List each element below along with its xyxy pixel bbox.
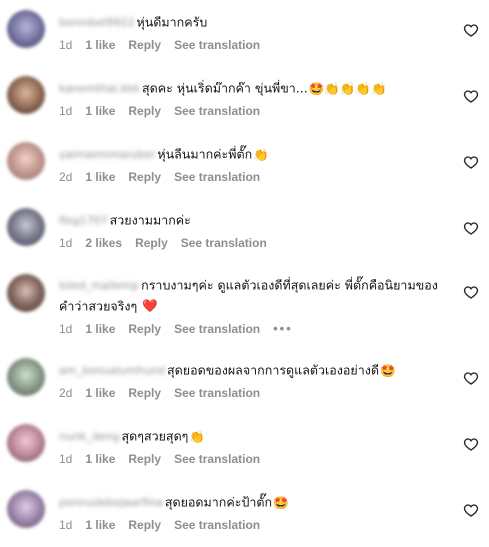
avatar[interactable]	[7, 76, 45, 114]
comment-emoji: 🤩	[273, 494, 289, 510]
see-translation-button[interactable]: See translation	[174, 170, 260, 184]
heart-icon[interactable]	[463, 502, 479, 518]
comment-emoji: 👏	[189, 428, 205, 444]
reply-button[interactable]: Reply	[128, 38, 161, 52]
more-options-button[interactable]: •••	[273, 321, 293, 336]
likes-count[interactable]: 1 like	[85, 452, 115, 466]
comment-username[interactable]: bonnibel9922	[59, 13, 135, 33]
see-translation-button[interactable]: See translation	[174, 322, 260, 336]
reply-button[interactable]: Reply	[128, 386, 161, 400]
likes-count[interactable]: 1 like	[85, 386, 115, 400]
comment-text: หุ่นดีมากครับ	[136, 14, 208, 30]
see-translation-button[interactable]: See translation	[174, 104, 260, 118]
comment-username[interactable]: yaimaimimaiuber	[59, 145, 155, 165]
comments-list: bonnibel9922 หุ่นดีมากครับ 1d 1 like Repl…	[0, 0, 489, 547]
comment-emoji: 👏	[253, 146, 269, 162]
comment-time: 1d	[59, 321, 73, 336]
avatar[interactable]	[7, 358, 45, 396]
avatar[interactable]	[7, 208, 45, 246]
heart-icon[interactable]	[463, 154, 479, 170]
comment-emoji: 🤩👏👏👏👏	[308, 80, 387, 96]
comment-text: หุ่นลีนมากค่ะพี่ตั๊ก	[157, 146, 253, 162]
comment-text: สุดๆสวยสุดๆ	[121, 428, 189, 444]
comment-text: สวยงามมากค่ะ	[109, 212, 191, 228]
comment-time: 1d	[59, 451, 73, 466]
see-translation-button[interactable]: See translation	[174, 386, 260, 400]
heart-icon[interactable]	[463, 436, 479, 452]
avatar[interactable]	[7, 424, 45, 462]
likes-count[interactable]: 1 like	[85, 104, 115, 118]
comment-username[interactable]: am_bonualumhund	[59, 361, 165, 381]
comment-username[interactable]: nunk_deng	[59, 427, 120, 447]
comment-time: 1d	[59, 517, 73, 532]
see-translation-button[interactable]: See translation	[174, 452, 260, 466]
heart-icon[interactable]	[463, 88, 479, 104]
comment-username[interactable]: kanomthai.kkk	[59, 79, 140, 99]
comment-time: 1d	[59, 103, 73, 118]
comment-text: สุดยอดของผลจากการดูแลตัวเองอย่างดี	[167, 362, 379, 378]
comment-text: สุดยอดมากค่ะป้าตั๊ก	[164, 494, 273, 510]
likes-count[interactable]: 1 like	[85, 518, 115, 532]
comment-emoji: ❤️	[142, 298, 158, 313]
likes-count[interactable]: 1 like	[85, 322, 115, 336]
comment-time: 2d	[59, 385, 73, 400]
reply-button[interactable]: Reply	[128, 170, 161, 184]
reply-button[interactable]: Reply	[135, 236, 168, 250]
comment-username[interactable]: loled_mallemp	[59, 276, 139, 296]
heart-icon[interactable]	[463, 22, 479, 38]
reply-button[interactable]: Reply	[128, 322, 161, 336]
comment-username[interactable]: ponnudebejaarfina	[59, 493, 163, 513]
comment-text: สุดคะ หุ่นเริ่ดม๊ากค๊า ขุ่นพี่ขา...	[142, 80, 308, 96]
see-translation-button[interactable]: See translation	[181, 236, 267, 250]
reply-button[interactable]: Reply	[128, 452, 161, 466]
likes-count[interactable]: 1 like	[85, 38, 115, 52]
comment-time: 2d	[59, 169, 73, 184]
heart-icon[interactable]	[463, 370, 479, 386]
see-translation-button[interactable]: See translation	[174, 38, 260, 52]
comment-time: 1d	[59, 37, 73, 52]
heart-icon[interactable]	[463, 284, 479, 300]
see-translation-button[interactable]: See translation	[174, 518, 260, 532]
likes-count[interactable]: 2 likes	[85, 236, 122, 250]
avatar[interactable]	[7, 274, 45, 312]
avatar[interactable]	[7, 490, 45, 528]
comment-time: 1d	[59, 235, 73, 250]
reply-button[interactable]: Reply	[128, 104, 161, 118]
likes-count[interactable]: 1 like	[85, 170, 115, 184]
heart-icon[interactable]	[463, 220, 479, 236]
comment-emoji: 🤩	[379, 362, 396, 378]
avatar[interactable]	[7, 142, 45, 180]
reply-button[interactable]: Reply	[128, 518, 161, 532]
avatar[interactable]	[7, 10, 45, 48]
comment-username[interactable]: flog1707	[59, 211, 108, 231]
